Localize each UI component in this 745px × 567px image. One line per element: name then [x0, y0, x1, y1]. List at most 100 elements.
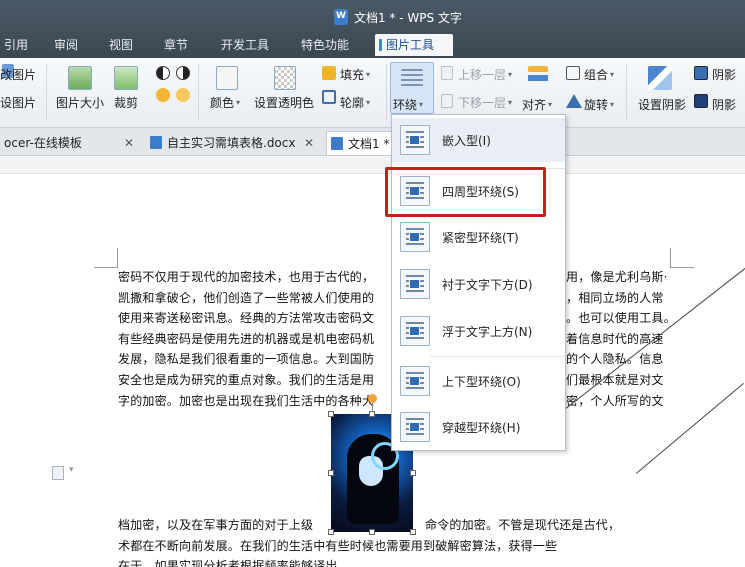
brightness-increase-icon[interactable]	[156, 88, 170, 102]
menu-item-tight-wrap[interactable]: 紧密型环绕(T)	[392, 215, 565, 259]
window-title-text: 文档1 * - WPS 文字	[354, 10, 462, 25]
send-backward-button[interactable]: 下移一层 ▾	[458, 94, 512, 111]
resize-handle[interactable]	[410, 470, 416, 476]
ribbon-separator	[626, 64, 627, 120]
menu-separator	[430, 356, 565, 357]
outline-icon	[322, 90, 336, 104]
close-icon[interactable]: ✕	[124, 131, 134, 155]
tab-view[interactable]: 视图	[105, 34, 137, 56]
resize-handle[interactable]	[328, 470, 334, 476]
contrast-decrease-icon[interactable]	[176, 66, 190, 80]
group-icon	[566, 66, 580, 80]
align-icon	[528, 66, 548, 86]
menu-item-through[interactable]: 穿越型环绕(H)	[392, 405, 565, 449]
text-line: 术都在不断向前发展。在我们的生活中有些时候也需要用到破解密算法，获得一些	[118, 538, 558, 553]
text-line: 的个人隐私。信息	[566, 352, 664, 367]
top-bottom-wrap-icon	[400, 366, 430, 396]
doc-tab-internship-form[interactable]: 自主实习需填表格.docx ✕	[146, 131, 320, 155]
menu-item-top-bottom[interactable]: 上下型环绕(O)	[392, 359, 565, 403]
wrap-button-label: 环绕 ▾	[393, 98, 424, 112]
doc-tab-document1[interactable]: 文档1 *	[326, 131, 396, 155]
send-backward-icon	[441, 94, 453, 108]
resize-handle[interactable]	[328, 411, 334, 417]
color-button[interactable]: 颜色 ▾	[210, 94, 240, 111]
ribbon-separator	[386, 64, 387, 120]
group-button[interactable]: 组合 ▾	[584, 66, 614, 83]
set-transparent-icon	[274, 66, 296, 90]
set-transparent-color-button[interactable]: 设置透明色	[254, 94, 314, 111]
title-bar: 文档1 * - WPS 文字 引用 审阅 视图 章节 开发工具 特色功能 图片工…	[0, 0, 745, 58]
set-shadow-button[interactable]: 设置阴影	[638, 96, 686, 113]
tight-wrap-icon	[400, 222, 430, 252]
set-shadow-icon	[648, 66, 672, 90]
wrap-icon	[401, 69, 423, 87]
bring-forward-button[interactable]: 上移一层 ▾	[458, 66, 512, 83]
rotate-icon	[566, 94, 582, 108]
text-line: 。也可以使用工具。	[566, 311, 676, 326]
change-picture-button[interactable]: 改图片	[0, 66, 36, 83]
shadow-icon	[694, 66, 708, 80]
page-top-gutter	[0, 156, 745, 174]
behind-text-icon	[400, 269, 430, 299]
highlight-box	[385, 167, 546, 217]
brightness-decrease-icon[interactable]	[176, 88, 190, 102]
wps-writer-window: 文档1 * - WPS 文字 引用 审阅 视图 章节 开发工具 特色功能 图片工…	[0, 0, 745, 567]
word-doc-icon	[331, 137, 343, 150]
outline-button[interactable]: 轮廓 ▾	[340, 94, 370, 111]
tab-chapter[interactable]: 章节	[160, 34, 192, 56]
menu-item-behind-text[interactable]: 衬于文字下方(D)	[392, 262, 565, 306]
tab-review[interactable]: 审阅	[50, 34, 82, 56]
resize-handle[interactable]	[369, 411, 375, 417]
rotate-handle[interactable]	[368, 394, 377, 403]
resize-handle[interactable]	[369, 529, 375, 535]
shadow-button-1[interactable]: 阴影	[712, 66, 736, 83]
tab-developer[interactable]: 开发工具	[217, 34, 273, 56]
crop-icon	[114, 66, 138, 90]
text-line: 在于。如果实现分析者根据频率能够译出	[118, 559, 338, 567]
wrap-text-button[interactable]: 环绕 ▾	[390, 62, 434, 114]
align-button[interactable]: 对齐 ▾	[522, 96, 552, 113]
menu-item-in-front-of-text[interactable]: 浮于文字上方(N)	[392, 309, 565, 353]
page-corner-mark	[94, 248, 118, 268]
shadow-button-2[interactable]: 阴影	[712, 96, 736, 113]
shadow-effect-icon	[694, 94, 708, 108]
menu-item-inline[interactable]: 嵌入型(I)	[392, 118, 565, 162]
picture-size-button[interactable]: 图片大小	[56, 94, 104, 111]
fill-icon	[322, 66, 336, 80]
text-line: 们最根本就是对文	[566, 372, 664, 387]
contrast-icon[interactable]	[156, 66, 170, 80]
word-doc-icon	[150, 136, 162, 149]
bring-forward-icon	[441, 66, 453, 80]
text-line: 命令的加密。不管是现代还是古代，	[425, 518, 621, 532]
tab-picture-tools[interactable]: 图片工具	[375, 34, 453, 56]
text-line: 用，像是尤利乌斯·	[566, 270, 668, 284]
document-tab-bar: ocer-在线模板 ✕ 自主实习需填表格.docx ✕ 文档1 *	[0, 128, 745, 156]
picture-size-icon	[68, 66, 92, 90]
tab-special-features[interactable]: 特色功能	[297, 34, 353, 56]
rotate-button[interactable]: 旋转 ▾	[584, 96, 614, 113]
body-paragraph-1-right[interactable]: 用，像是尤利乌斯· ，相同立场的人常 。也可以使用工具。 着信息时代的高速 的个…	[566, 267, 678, 411]
set-picture-button[interactable]: 设图片	[0, 94, 36, 111]
text-line: ，相同立场的人常	[566, 290, 664, 305]
tab-picture-tools-label: 图片工具	[386, 38, 435, 52]
body-paragraph-2-right[interactable]: 命令的加密。不管是现代还是古代，	[425, 515, 678, 536]
crop-button[interactable]: 裁剪	[114, 94, 138, 111]
inline-wrap-icon	[400, 125, 430, 155]
close-icon[interactable]: ✕	[304, 131, 314, 155]
page-corner-mark	[670, 248, 694, 268]
fill-button[interactable]: 填充 ▾	[340, 66, 370, 83]
paragraph-layout-icon[interactable]	[52, 465, 74, 480]
ribbon-separator	[198, 64, 199, 120]
ribbon-separator	[46, 64, 47, 120]
through-wrap-icon	[400, 412, 430, 442]
doc-tab-templates[interactable]: ocer-在线模板 ✕	[0, 131, 140, 155]
wrap-dropdown-menu: 嵌入型(I) 四周型环绕(S) 紧密型环绕(T) 衬于文字下方(D) 浮于文字上…	[391, 114, 566, 451]
window-title: 文档1 * - WPS 文字	[334, 8, 462, 26]
tab-references[interactable]: 引用	[0, 34, 32, 56]
wps-writer-icon	[334, 9, 348, 25]
resize-handle[interactable]	[328, 529, 334, 535]
active-tab-marker	[379, 39, 382, 51]
resize-handle[interactable]	[410, 529, 416, 535]
color-icon	[216, 66, 238, 90]
ribbon-toolbar: 改图片 设图片 图片大小 裁剪 颜色 ▾ 设置透明色 填充 ▾ 轮廓 ▾	[0, 58, 745, 128]
